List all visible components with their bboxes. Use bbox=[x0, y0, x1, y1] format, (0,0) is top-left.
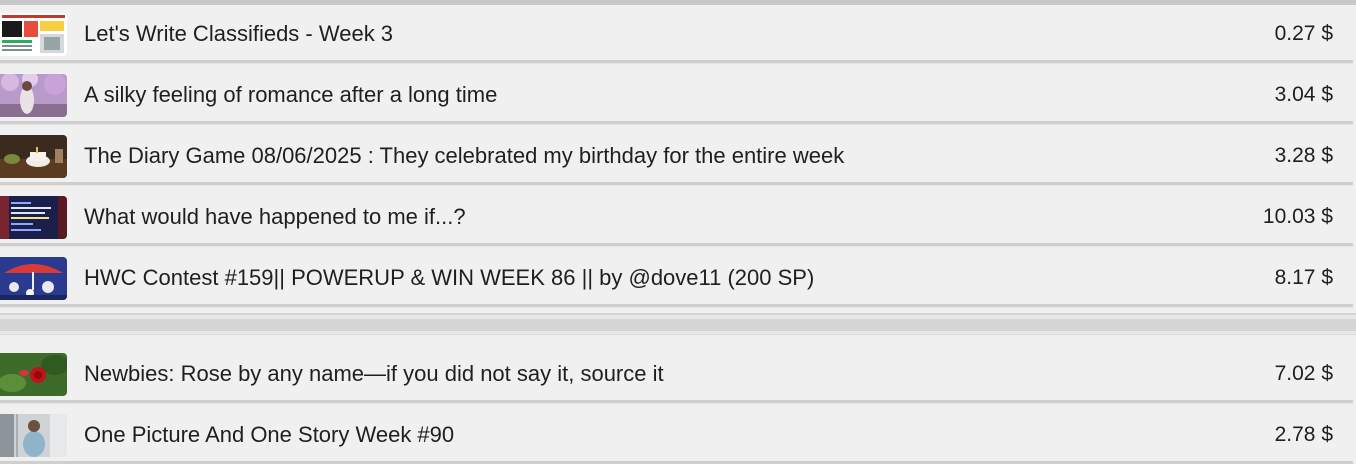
post-thumbnail[interactable] bbox=[0, 13, 67, 56]
post-payout: 10.03 $ bbox=[1262, 205, 1333, 228]
post-thumbnail[interactable] bbox=[0, 135, 67, 178]
post-payout: 3.28 $ bbox=[1274, 144, 1333, 167]
post-row[interactable]: The Diary Game 08/06/2025 : They celebra… bbox=[0, 127, 1353, 185]
post-title[interactable]: HWC Contest #159|| POWERUP & WIN WEEK 86… bbox=[84, 249, 814, 304]
post-payout: 2.78 $ bbox=[1274, 423, 1333, 446]
post-payout: 8.17 $ bbox=[1274, 266, 1333, 289]
post-thumbnail[interactable] bbox=[0, 414, 67, 457]
post-thumbnail[interactable] bbox=[0, 74, 67, 117]
post-thumbnail[interactable] bbox=[0, 353, 67, 396]
post-title[interactable]: One Picture And One Story Week #90 bbox=[84, 406, 454, 461]
post-row[interactable]: One Picture And One Story Week #90 2.78 … bbox=[0, 406, 1353, 464]
post-thumbnail[interactable] bbox=[0, 257, 67, 300]
post-payout: 3.04 $ bbox=[1274, 83, 1333, 106]
post-row[interactable]: What would have happened to me if...? 10… bbox=[0, 188, 1353, 246]
section-divider-bar bbox=[0, 319, 1356, 331]
post-thumbnail[interactable] bbox=[0, 196, 67, 239]
post-title[interactable]: A silky feeling of romance after a long … bbox=[84, 66, 497, 121]
post-payout: 7.02 $ bbox=[1274, 362, 1333, 385]
post-title[interactable]: What would have happened to me if...? bbox=[84, 188, 466, 243]
post-title[interactable]: The Diary Game 08/06/2025 : They celebra… bbox=[84, 127, 844, 182]
post-row[interactable]: Let's Write Classifieds - Week 3 0.27 $ bbox=[0, 5, 1353, 63]
post-payout: 0.27 $ bbox=[1274, 22, 1333, 45]
post-title[interactable]: Newbies: Rose by any name—if you did not… bbox=[84, 345, 664, 400]
post-row[interactable]: A silky feeling of romance after a long … bbox=[0, 66, 1353, 124]
section-divider bbox=[0, 313, 1356, 335]
post-row[interactable]: HWC Contest #159|| POWERUP & WIN WEEK 86… bbox=[0, 249, 1353, 307]
post-row[interactable]: Newbies: Rose by any name—if you did not… bbox=[0, 345, 1353, 403]
post-title[interactable]: Let's Write Classifieds - Week 3 bbox=[84, 5, 393, 60]
